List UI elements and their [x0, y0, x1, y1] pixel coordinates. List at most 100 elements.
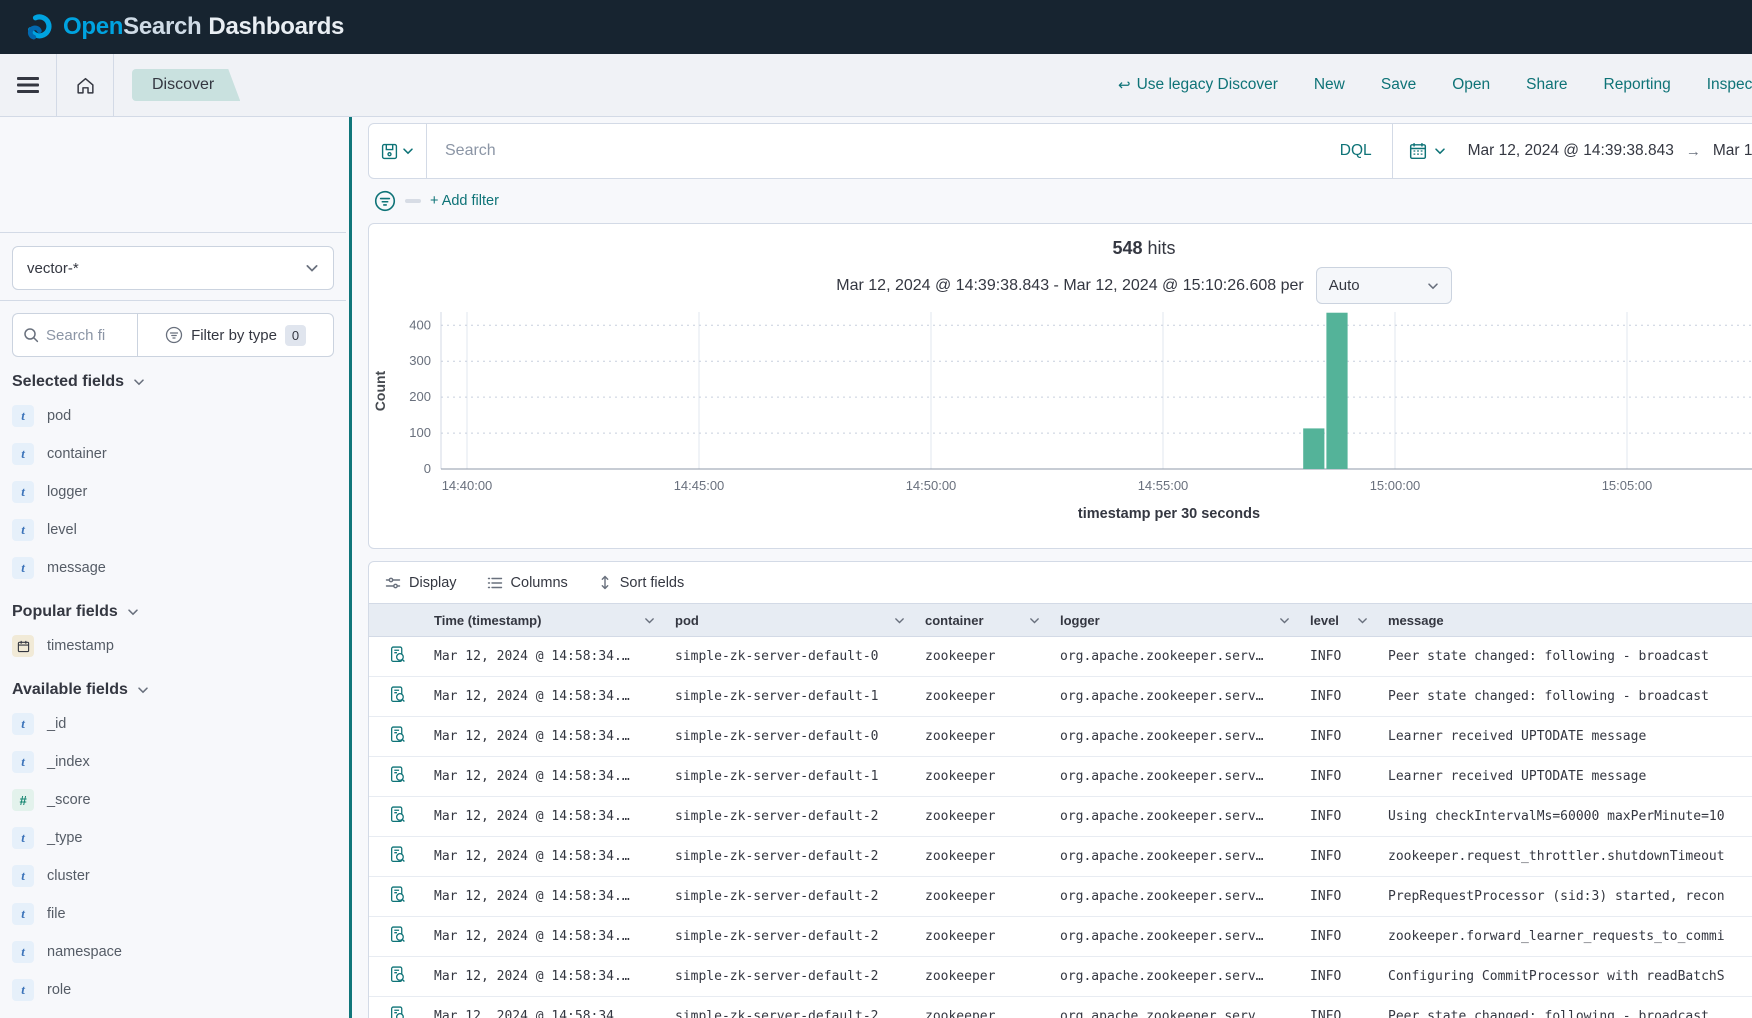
expand-document-cell	[369, 837, 422, 877]
cell-logger: org.apache.zookeeper.serv…	[1048, 877, 1298, 917]
string-type-icon: t	[12, 519, 34, 541]
filter-circle-icon[interactable]	[374, 190, 396, 212]
cell-logger: org.apache.zookeeper.serv…	[1048, 717, 1298, 757]
inspect-document-icon[interactable]	[389, 686, 406, 703]
nav-new[interactable]: New	[1314, 76, 1345, 94]
query-bar: DQL Mar 12, 2024 @ 14:39:38.843 → Mar 12…	[368, 123, 1752, 179]
expand-document-cell	[369, 957, 422, 997]
cell-message: PrepRequestProcessor (sid:3) started, re…	[1376, 877, 1752, 917]
sidebar-resize-handle[interactable]	[349, 117, 352, 1018]
cell-message: zookeeper.request_throttler.shutdownTime…	[1376, 837, 1752, 877]
columns-button[interactable]: Columns	[487, 575, 568, 591]
header-message[interactable]: message	[1376, 604, 1752, 637]
inspect-document-icon[interactable]	[389, 766, 406, 783]
nav-open[interactable]: Open	[1452, 76, 1490, 94]
header-container[interactable]: container	[913, 604, 1048, 637]
inspect-document-icon[interactable]	[389, 886, 406, 903]
nav-reporting[interactable]: Reporting	[1604, 76, 1671, 94]
cell-level: INFO	[1298, 797, 1376, 837]
cell-container: zookeeper	[913, 917, 1048, 957]
nav-share[interactable]: Share	[1526, 76, 1567, 94]
field-item-pod[interactable]: tpod	[12, 397, 334, 435]
opensearch-logo-icon[interactable]	[26, 14, 53, 41]
table-row: Mar 12, 2024 @ 14:58:34.…simple-zk-serve…	[369, 997, 1752, 1018]
svg-text:14:40:00: 14:40:00	[442, 478, 493, 493]
menu-button[interactable]	[0, 54, 56, 116]
cell-logger: org.apache.zookeeper.serv…	[1048, 917, 1298, 957]
discover-sidebar: vector-* Filter by type 0 Selected field…	[0, 117, 346, 1018]
chevron-down-icon	[1427, 280, 1439, 292]
cell-pod: simple-zk-server-default-1	[663, 757, 913, 797]
field-item-message[interactable]: tmessage	[12, 549, 334, 587]
nav-use-legacy-discover[interactable]: ↩Use legacy Discover	[1118, 76, 1278, 94]
field-item-role[interactable]: trole	[12, 971, 334, 1009]
search-input[interactable]	[427, 124, 1320, 178]
field-item-level[interactable]: tlevel	[12, 511, 334, 549]
date-to[interactable]: Mar 12, 2024 @ 15:10:26.608	[1713, 142, 1752, 160]
filter-by-type-button[interactable]: Filter by type 0	[137, 313, 334, 357]
table-row: Mar 12, 2024 @ 14:58:34.…simple-zk-serve…	[369, 797, 1752, 837]
cell-logger: org.apache.zookeeper.serv…	[1048, 957, 1298, 997]
add-filter-button[interactable]: + Add filter	[430, 193, 499, 209]
cell-time: Mar 12, 2024 @ 14:58:34.…	[422, 637, 663, 677]
nav-inspect[interactable]: Inspect	[1707, 76, 1752, 94]
histogram-panel: 548 hits Mar 12, 2024 @ 14:39:38.843 - M…	[368, 223, 1752, 549]
header-time[interactable]: Time (timestamp)	[422, 604, 663, 637]
table-row: Mar 12, 2024 @ 14:58:34.…simple-zk-serve…	[369, 757, 1752, 797]
calendar-icon	[1409, 142, 1427, 160]
field-item-cluster[interactable]: tcluster	[12, 857, 334, 895]
search-icon	[23, 327, 39, 343]
documents-table-panel: Display Columns Sort fields Time (timest…	[368, 561, 1752, 1018]
selected-fields-header[interactable]: Selected fields	[12, 373, 334, 391]
cell-pod: simple-zk-server-default-0	[663, 717, 913, 757]
inspect-document-icon[interactable]	[389, 726, 406, 743]
cell-container: zookeeper	[913, 637, 1048, 677]
sort-fields-button[interactable]: Sort fields	[598, 575, 684, 591]
field-item-file[interactable]: tfile	[12, 895, 334, 933]
histogram-chart[interactable]: 010020030040014:40:0014:45:0014:50:0014:…	[369, 304, 1752, 526]
display-button[interactable]: Display	[385, 575, 457, 591]
field-item-index[interactable]: t_index	[12, 743, 334, 781]
nav-save[interactable]: Save	[1381, 76, 1416, 94]
inspect-document-icon[interactable]	[389, 806, 406, 823]
query-language-button[interactable]: DQL	[1320, 142, 1392, 160]
string-type-icon: t	[12, 865, 34, 887]
field-item-type[interactable]: t_type	[12, 819, 334, 857]
cell-time: Mar 12, 2024 @ 14:58:34.…	[422, 877, 663, 917]
inspect-document-icon[interactable]	[389, 1006, 406, 1018]
chevron-down-icon	[1434, 145, 1446, 157]
expand-document-cell	[369, 877, 422, 917]
field-item-logger[interactable]: tlogger	[12, 473, 334, 511]
field-item-namespace[interactable]: tnamespace	[12, 933, 334, 971]
interval-select[interactable]: Auto	[1316, 267, 1452, 304]
inspect-document-icon[interactable]	[389, 846, 406, 863]
cell-pod: simple-zk-server-default-2	[663, 997, 913, 1018]
popular-fields-header[interactable]: Popular fields	[12, 603, 334, 621]
chevron-down-icon	[1029, 615, 1040, 626]
field-item-score[interactable]: #_score	[12, 781, 334, 819]
header-level[interactable]: level	[1298, 604, 1376, 637]
index-pattern-select[interactable]: vector-*	[12, 246, 334, 290]
field-search-input[interactable]	[46, 327, 126, 344]
header-pod[interactable]: pod	[663, 604, 913, 637]
date-from[interactable]: Mar 12, 2024 @ 14:39:38.843	[1468, 142, 1674, 160]
home-button[interactable]	[57, 54, 113, 116]
field-item-id[interactable]: t_id	[12, 705, 334, 743]
field-item-timestamp[interactable]: timestamp	[12, 627, 334, 665]
hamburger-icon	[17, 76, 39, 94]
calendar-icon	[12, 635, 34, 657]
available-fields-header[interactable]: Available fields	[12, 681, 334, 699]
date-picker-button[interactable]	[1392, 124, 1462, 178]
field-item-container[interactable]: tcontainer	[12, 435, 334, 473]
cell-level: INFO	[1298, 637, 1376, 677]
inspect-document-icon[interactable]	[389, 646, 406, 663]
breadcrumb[interactable]: Discover	[132, 69, 240, 101]
date-range[interactable]: Mar 12, 2024 @ 14:39:38.843 → Mar 12, 20…	[1462, 142, 1752, 160]
inspect-document-icon[interactable]	[389, 926, 406, 943]
saved-queries-button[interactable]	[369, 124, 427, 178]
header-logger[interactable]: logger	[1048, 604, 1298, 637]
sort-arrows-icon	[598, 575, 612, 590]
inspect-document-icon[interactable]	[389, 966, 406, 983]
cell-container: zookeeper	[913, 717, 1048, 757]
filter-bar: + Add filter	[368, 188, 1752, 214]
